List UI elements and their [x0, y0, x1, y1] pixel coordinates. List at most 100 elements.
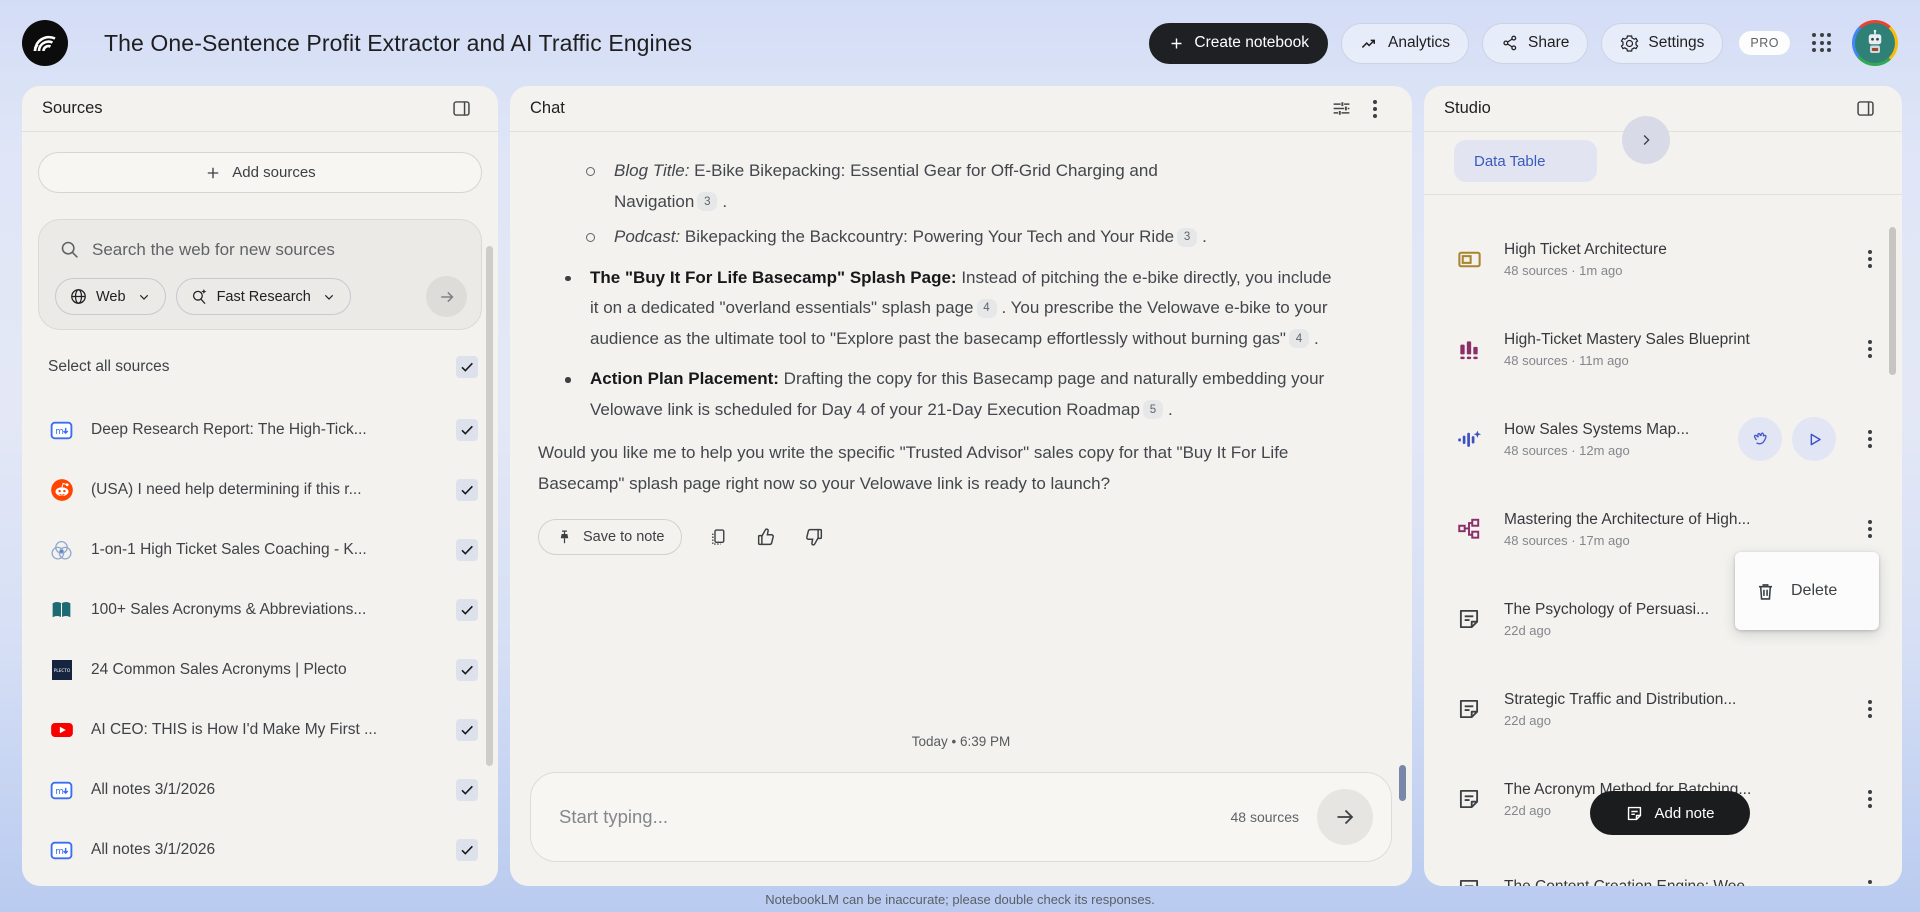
studio-item-menu-icon[interactable]	[1868, 347, 1872, 351]
add-sources-button[interactable]: Add sources	[38, 152, 482, 193]
analytics-button[interactable]: Analytics	[1340, 22, 1470, 64]
source-row[interactable]: AI CEO: THIS is How I'd Make My First ..…	[22, 700, 498, 760]
note-icon	[1628, 806, 1642, 820]
bar-chart-icon	[1454, 336, 1484, 362]
studio-item-menu-icon[interactable]	[1868, 707, 1872, 711]
studio-item-row[interactable]: Strategic Traffic and Distribution... 22d…	[1424, 664, 1902, 754]
flowchart-icon	[1454, 516, 1484, 542]
source-title: 1-on-1 High Ticket Sales Coaching - K...	[91, 541, 367, 558]
select-all-label: Select all sources	[48, 358, 170, 375]
studio-item-menu-icon[interactable]	[1868, 257, 1872, 261]
collapse-sources-panel-icon[interactable]	[444, 92, 478, 126]
source-row[interactable]: (USA) I need help determining if this r.…	[22, 460, 498, 520]
chat-scrollbar[interactable]	[1399, 765, 1406, 801]
source-title: Deep Research Report: The High-Tick...	[91, 421, 367, 438]
citation-chip[interactable]: 4	[976, 298, 997, 318]
source-row[interactable]: m Deep Research Report: The High-Tick...	[22, 400, 498, 460]
copy-icon[interactable]	[708, 527, 729, 548]
studio-item-row[interactable]: The Content Creation Engine: Wee...	[1424, 844, 1902, 886]
plecto-icon: PLECTO	[48, 657, 75, 684]
robot-avatar-icon	[1868, 29, 1882, 53]
google-apps-grid-icon[interactable]	[1812, 33, 1832, 53]
wave-hand-icon	[1753, 432, 1767, 444]
delete-menu[interactable]: Delete	[1735, 552, 1879, 630]
thumbs-up-icon[interactable]	[755, 526, 777, 548]
slideshow-icon	[1454, 246, 1484, 273]
create-notebook-label: Create notebook	[1194, 34, 1309, 51]
source-checkbox[interactable]	[456, 839, 478, 861]
globe-icon	[71, 289, 86, 304]
thumbs-down-icon[interactable]	[803, 526, 825, 548]
search-submit-button[interactable]	[426, 276, 467, 317]
pin-icon	[560, 530, 569, 543]
settings-button[interactable]: Settings	[1601, 22, 1724, 64]
source-row[interactable]: m All notes 3/1/2026	[22, 820, 498, 880]
chat-bullet: The "Buy It For Life Basecamp" Splash Pa…	[538, 263, 1333, 355]
search-icon	[61, 241, 78, 258]
studio-item-row[interactable]: High Ticket Architecture 48 sources · 1m …	[1424, 214, 1902, 304]
studio-item-menu-icon[interactable]	[1868, 797, 1872, 801]
citation-chip[interactable]: 4	[1288, 329, 1309, 349]
chip-carousel-next-button[interactable]	[1622, 116, 1670, 164]
create-notebook-button[interactable]: Create notebook	[1149, 22, 1328, 64]
send-message-button[interactable]	[1317, 789, 1373, 845]
source-checkbox[interactable]	[456, 539, 478, 561]
select-all-checkbox[interactable]	[456, 356, 478, 378]
source-checkbox[interactable]	[456, 719, 478, 741]
studio-item-menu-icon[interactable]	[1868, 437, 1872, 441]
share-button[interactable]: Share	[1482, 22, 1589, 64]
studio-item-row[interactable]: How Sales Systems Map... 48 sources · 12m…	[1424, 394, 1902, 484]
studio-item-meta: 48 sources · 1m ago	[1504, 262, 1623, 278]
citation-chip[interactable]: 3	[697, 192, 718, 212]
notebook-title[interactable]: The One-Sentence Profit Extractor and AI…	[104, 30, 692, 57]
notebooklm-note-icon: m	[48, 417, 75, 444]
message-actions: Save to note	[538, 519, 1340, 555]
chat-settings-icon[interactable]	[1324, 92, 1358, 126]
add-note-button[interactable]: Add note	[1590, 791, 1750, 835]
source-row[interactable]: m All notes 3/1/2026	[22, 760, 498, 820]
studio-item-meta: 48 sources · 12m ago	[1504, 442, 1630, 458]
chat-sub-bullet: Podcast: Bikepacking the Backcountry: Po…	[538, 222, 1238, 253]
studio-scrollbar[interactable]	[1889, 227, 1896, 375]
sub-bullet-label: Podcast:	[614, 227, 681, 246]
source-row[interactable]: 1-on-1 High Ticket Sales Coaching - K...	[22, 520, 498, 580]
avatar[interactable]	[1852, 20, 1898, 66]
studio-item-menu-icon[interactable]	[1868, 527, 1872, 531]
notebooklm-logo-icon[interactable]	[22, 20, 68, 66]
studio-item-meta: 22d ago	[1504, 712, 1551, 728]
search-input[interactable]	[92, 239, 463, 260]
web-filter-chip[interactable]: Web	[55, 278, 166, 315]
collapse-studio-panel-icon[interactable]	[1848, 92, 1882, 126]
citation-chip[interactable]: 3	[1177, 227, 1198, 247]
settings-label: Settings	[1648, 34, 1705, 51]
source-row[interactable]: PLECTO 24 Common Sales Acronyms | Plecto	[22, 640, 498, 700]
studio-item-list: High Ticket Architecture 48 sources · 1m …	[1424, 194, 1902, 886]
play-audio-button[interactable]	[1792, 417, 1836, 461]
chat-closing-paragraph: Would you like me to help you write the …	[538, 443, 1289, 493]
chat-more-menu-icon[interactable]	[1358, 92, 1392, 126]
studio-item-row[interactable]: High-Ticket Mastery Sales Blueprint 48 so…	[1424, 304, 1902, 394]
source-checkbox[interactable]	[456, 599, 478, 621]
sparkle-search-icon	[192, 288, 206, 305]
chat-panel-title: Chat	[530, 99, 565, 117]
chevron-down-icon	[139, 294, 148, 300]
note-icon	[1454, 786, 1484, 812]
chat-input[interactable]	[559, 806, 1231, 828]
source-row[interactable]: 100+ Sales Acronyms & Abbreviations...	[22, 580, 498, 640]
sources-scrollbar[interactable]	[486, 246, 493, 766]
source-checkbox[interactable]	[456, 779, 478, 801]
citation-chip[interactable]: 5	[1142, 400, 1163, 420]
interactive-mode-button[interactable]	[1738, 417, 1782, 461]
studio-item-title: Mastering the Architecture of High...	[1504, 510, 1751, 528]
data-table-chip[interactable]: Data Table	[1454, 140, 1598, 182]
source-title: (USA) I need help determining if this r.…	[91, 481, 362, 498]
fast-research-chip[interactable]: Fast Research	[175, 278, 351, 315]
chat-message: Blog Title: E-Bike Bikepacking: Essentia…	[510, 132, 1340, 555]
analytics-label: Analytics	[1387, 34, 1451, 51]
studio-item-title: How Sales Systems Map...	[1504, 420, 1690, 438]
plus-icon	[1171, 38, 1182, 48]
save-to-note-button[interactable]: Save to note	[538, 519, 683, 555]
source-checkbox[interactable]	[456, 479, 478, 501]
source-checkbox[interactable]	[456, 659, 478, 681]
source-checkbox[interactable]	[456, 419, 478, 441]
